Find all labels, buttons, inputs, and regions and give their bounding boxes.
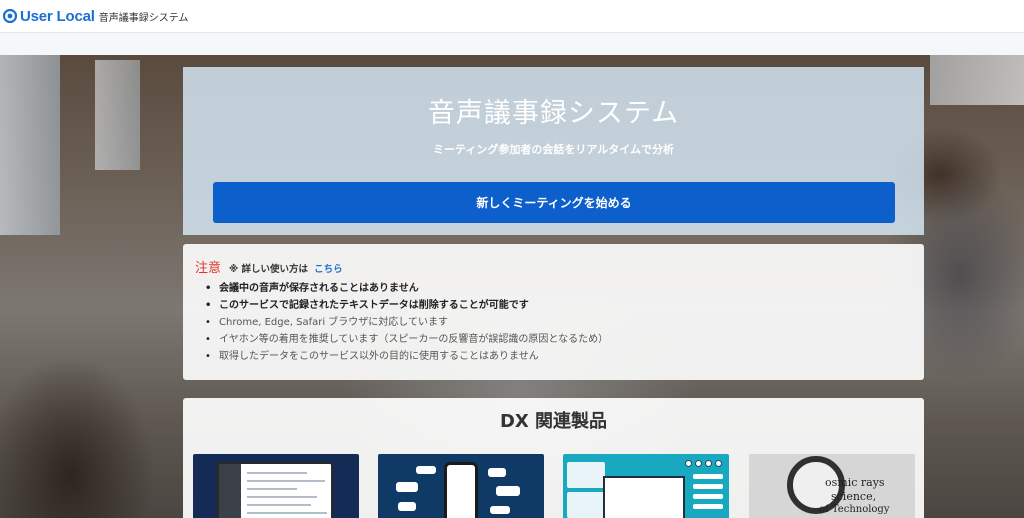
notice-title: 注意 (195, 261, 222, 276)
page-title: 音声議事録システム (427, 98, 680, 129)
hero-section: 音声議事録システム ミーティング参加者の会話をリアルタイムで分析 新しくミーティ… (0, 55, 1024, 518)
header-strip (0, 33, 1024, 55)
usage-guide-link[interactable]: こちら (314, 261, 343, 275)
laptop-app-screenshot-icon (217, 462, 333, 518)
notice-header: 注意 ※ 詳しい使い方は こちら (195, 257, 924, 276)
products-title: DX 関連製品 (499, 411, 608, 432)
product-card-laptop[interactable] (193, 454, 359, 518)
user-local-logo-icon[interactable] (3, 9, 17, 23)
card-image-text: of Technology (819, 504, 890, 515)
list-item: このサービスで記録されたテキストデータは削除することが可能です (205, 297, 924, 314)
top-header: User Local 音声議事録システム (0, 0, 1024, 33)
background-window (95, 60, 140, 170)
page-subtitle: ミーティング参加者の会話をリアルタイムで分析 (432, 143, 674, 156)
list-item: 会議中の音声が保存されることはありません (205, 280, 924, 297)
start-meeting-button[interactable]: 新しくミーティングを始める (213, 182, 895, 223)
notice-box: 注意 ※ 詳しい使い方は こちら 会議中の音声が保存されることはありません この… (183, 244, 924, 380)
brand-logo-text[interactable]: User Local (20, 8, 95, 25)
system-name: 音声議事録システム (98, 13, 189, 24)
product-card-text-analysis[interactable]: osmic rays science, of Technology (749, 454, 915, 518)
dx-products-section: DX 関連製品 osmic rays science, of Technolog… (183, 398, 924, 518)
product-card-chat[interactable] (378, 454, 544, 518)
list-item: 取得したデータをこのサービス以外の目的に使用することはありません (205, 348, 924, 365)
card-image-text: science, (831, 490, 877, 503)
notice-note: ※ 詳しい使い方は (229, 264, 309, 275)
list-item: Chrome, Edge, Safari ブラウザに対応しています (205, 314, 924, 331)
product-card-chatbot[interactable] (563, 454, 729, 518)
notice-list: 会議中の音声が保存されることはありません このサービスで記録されたテキストデータ… (195, 280, 924, 365)
background-window (0, 55, 60, 235)
list-item: イヤホン等の着用を推奨しています（スピーカーの反響音が誤認識の原因となるため） (205, 331, 924, 348)
card-image-text: osmic rays (825, 476, 885, 489)
hero-panel: 音声議事録システム ミーティング参加者の会話をリアルタイムで分析 新しくミーティ… (183, 67, 924, 235)
background-window (930, 55, 1024, 105)
